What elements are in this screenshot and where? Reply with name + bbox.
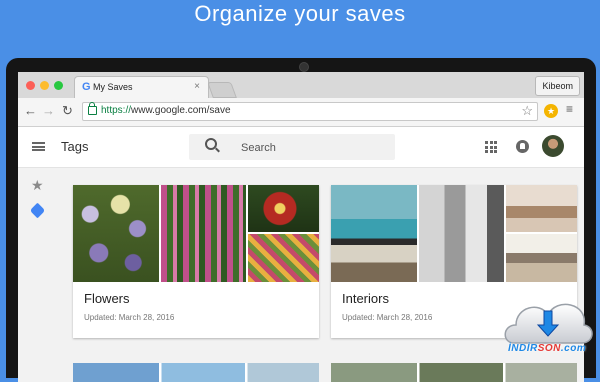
maximize-window-dot[interactable] — [54, 81, 63, 90]
tab-my-saves[interactable]: G My Saves × — [74, 76, 209, 98]
browser-menu-icon[interactable]: ≡ — [566, 102, 573, 116]
collection-card-partial[interactable] — [331, 363, 577, 382]
webcam — [299, 62, 309, 72]
app-header: Tags — [18, 127, 584, 168]
search-bar — [189, 134, 395, 160]
card-title: Flowers — [84, 291, 130, 306]
modern-interior-photo — [419, 185, 504, 282]
hamburger-menu-icon[interactable] — [32, 142, 45, 151]
card-updated-date: Updated: March 28, 2016 — [342, 313, 433, 322]
card-updated-date: Updated: March 28, 2016 — [84, 313, 175, 322]
new-tab-button[interactable] — [207, 82, 237, 98]
minimize-window-dot[interactable] — [40, 81, 49, 90]
card-title: Interiors — [342, 291, 389, 306]
alliums-photo — [73, 185, 159, 282]
forward-icon[interactable]: → — [42, 103, 55, 118]
notifications-icon[interactable] — [516, 140, 529, 153]
bookmark-star-icon[interactable]: ☆ — [521, 103, 533, 119]
address-url: https://www.google.com/save — [101, 105, 231, 116]
apps-grid-icon[interactable] — [485, 141, 497, 153]
collection-card-partial[interactable] — [73, 363, 319, 382]
avatar[interactable] — [542, 135, 564, 157]
living-room-photo — [331, 185, 417, 282]
google-favicon-icon: G — [82, 81, 91, 93]
lounge-photo — [506, 234, 577, 282]
tab-title: My Saves — [93, 82, 133, 92]
bedroom-photo — [506, 185, 577, 232]
tag-icon[interactable] — [29, 202, 46, 219]
profile-button[interactable]: Kibeom — [535, 76, 580, 96]
secure-lock-icon — [88, 102, 97, 115]
tab-close-icon[interactable]: × — [194, 81, 200, 92]
starred-icon[interactable]: ★ — [31, 177, 44, 194]
headline: Organize your saves — [194, 1, 406, 26]
extension-star-icon[interactable]: ★ — [544, 104, 558, 118]
tab-bar: G My Saves × Kibeom — [18, 72, 584, 98]
close-window-dot[interactable] — [26, 81, 35, 90]
collection-card-flowers[interactable]: Flowers Updated: March 28, 2016 — [73, 185, 319, 338]
card-image-collage — [73, 185, 319, 282]
search-icon[interactable] — [205, 138, 217, 150]
red-flower-photo — [248, 185, 319, 232]
reload-icon[interactable]: ↻ — [62, 103, 73, 119]
card-image-collage — [331, 185, 577, 282]
page-title: Tags — [61, 139, 89, 154]
address-bar[interactable]: https://www.google.com/save ☆ — [82, 102, 538, 121]
toolbar: ← → ↻ https://www.google.com/save ☆ ★ ≡ — [18, 98, 584, 127]
watermark-text: İNDİRSON.com — [508, 343, 587, 354]
lupines-photo — [161, 185, 246, 282]
flowerbed-photo — [248, 234, 319, 282]
back-icon[interactable]: ← — [24, 103, 37, 118]
search-input[interactable] — [239, 138, 393, 158]
